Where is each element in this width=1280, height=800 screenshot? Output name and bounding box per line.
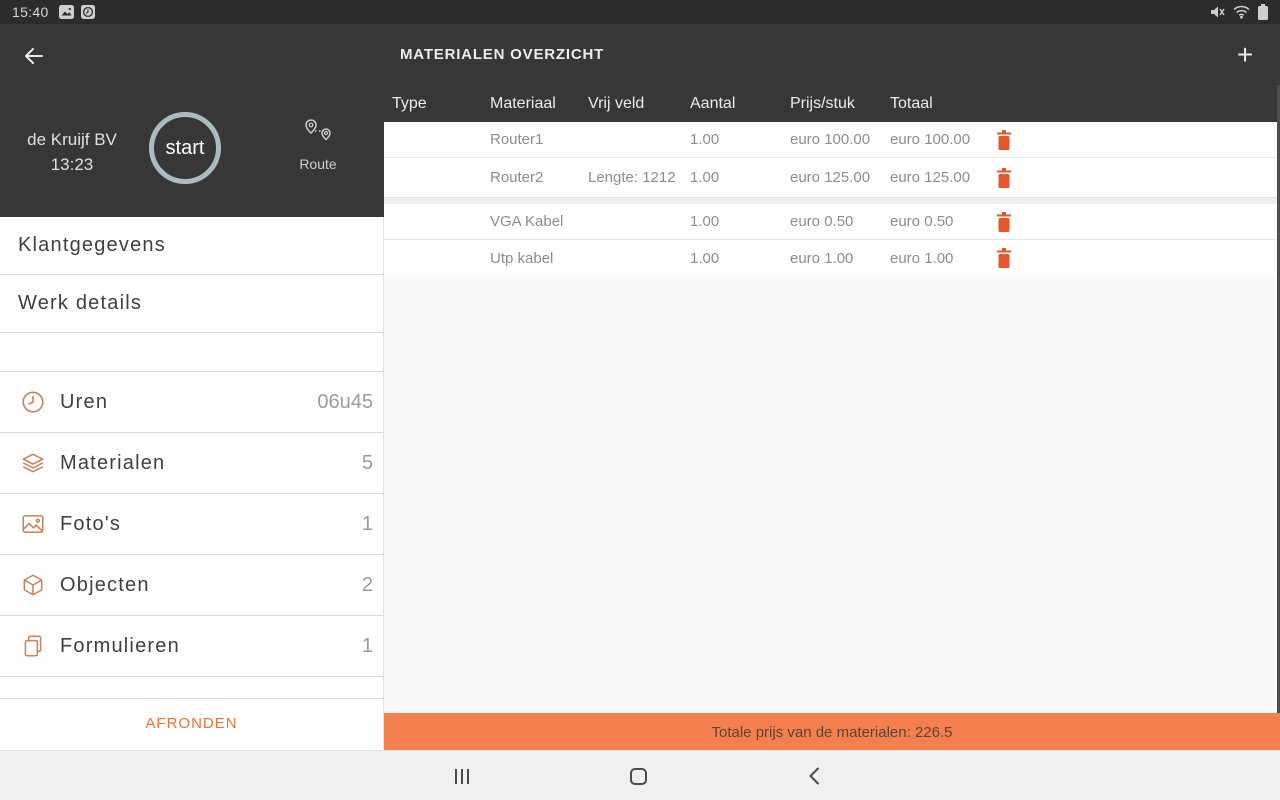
sidebar-item-value: 1 <box>361 512 373 535</box>
cell-totaal: euro 0.50 <box>890 213 954 230</box>
sidebar-item-werk-details[interactable]: Werk details <box>0 275 383 333</box>
col-materiaal: Materiaal <box>490 94 556 112</box>
sidebar-item-label: Materialen <box>60 451 166 474</box>
col-type: Type <box>392 94 427 112</box>
notification-image-icon <box>58 5 74 19</box>
cell-totaal: euro 100.00 <box>890 131 971 148</box>
cell-aantal: 1.00 <box>690 169 720 186</box>
menu-spacer <box>0 333 383 372</box>
afronden-label: AFRONDEN <box>145 714 238 732</box>
sidebar-item-klantgegevens[interactable]: Klantgegevens <box>0 217 383 275</box>
start-button-label: start <box>165 136 205 159</box>
sidebar-item-label: Formulieren <box>60 634 180 657</box>
sidebar-item-label: Werk details <box>18 292 143 314</box>
menu-spacer <box>0 677 383 699</box>
battery-icon <box>1258 4 1268 20</box>
sidebar-item-value: 1 <box>361 634 373 657</box>
sidebar-item-uren[interactable]: Uren 06u45 <box>0 372 383 433</box>
cell-materiaal: Utp kabel <box>490 249 554 267</box>
mute-icon <box>1209 5 1225 19</box>
sidebar-item-materialen[interactable]: Materialen 5 <box>0 433 383 494</box>
home-icon <box>629 767 647 785</box>
job-strip: de Kruijf BV 13:23 start Route <box>0 105 384 201</box>
add-material-button[interactable]: + <box>1228 38 1262 72</box>
table-row[interactable]: VGA Kabel 1.00 euro 0.50 euro 0.50 <box>384 204 1280 240</box>
recents-button[interactable] <box>440 751 484 800</box>
cell-aantal: 1.00 <box>690 213 720 230</box>
sidebar-item-label: Foto's <box>60 512 122 535</box>
table-header: Type Materiaal Vrij veld Aantal Prijs/st… <box>384 85 1280 122</box>
materials-table: Router1 1.00 euro 100.00 euro 100.00 Rou… <box>384 122 1280 276</box>
status-time: 15:40 <box>12 4 49 20</box>
layers-icon <box>20 450 46 476</box>
sidebar-item-objecten[interactable]: Objecten 2 <box>0 555 383 616</box>
route-button[interactable]: Route <box>290 117 346 172</box>
cell-vrij-veld: Lengte: 1212 <box>588 169 676 186</box>
delete-button[interactable] <box>996 211 1036 232</box>
cell-totaal: euro 1.00 <box>890 249 954 267</box>
table-row[interactable]: Router1 1.00 euro 100.00 euro 100.00 <box>384 122 1280 158</box>
cell-materiaal: Router2 <box>490 169 544 186</box>
android-navigation-bar <box>0 750 1280 800</box>
delete-button[interactable] <box>996 129 1036 150</box>
cube-icon <box>20 572 46 598</box>
sidebar-item-fotos[interactable]: Foto's 1 <box>0 494 383 555</box>
trash-icon <box>996 211 1012 232</box>
cell-prijs: euro 125.00 <box>790 169 871 186</box>
col-vrij-veld: Vrij veld <box>588 94 645 112</box>
cell-totaal: euro 125.00 <box>890 169 971 186</box>
trash-icon <box>996 129 1012 150</box>
table-row[interactable]: Router2 Lengte: 1212 1.00 euro 125.00 eu… <box>384 158 1280 198</box>
trash-icon <box>996 248 1012 268</box>
start-button[interactable]: start <box>149 112 221 184</box>
sidebar-header: de Kruijf BV 13:23 start Route <box>0 24 384 217</box>
clock-icon <box>20 389 46 415</box>
total-price-bar: Totale prijs van de materialen: 226.5 <box>384 713 1280 751</box>
sidebar-item-label: Objecten <box>60 573 150 596</box>
document-icon <box>20 633 46 659</box>
total-price-label: Totale prijs van de materialen: 226.5 <box>711 723 953 741</box>
cell-materiaal: Router1 <box>490 131 544 148</box>
wifi-icon <box>1233 5 1250 19</box>
delete-button[interactable] <box>996 248 1036 268</box>
cell-materiaal: VGA Kabel <box>490 213 564 230</box>
sidebar-item-label: Klantgegevens <box>18 234 166 256</box>
job-time: 13:23 <box>50 155 94 174</box>
col-aantal: Aantal <box>690 94 736 112</box>
content-header: MATERIALEN OVERZICHT + <box>384 24 1280 85</box>
afronden-button[interactable]: AFRONDEN <box>0 699 383 747</box>
table-row[interactable]: Utp kabel 1.00 euro 1.00 euro 1.00 <box>384 240 1280 276</box>
delete-button[interactable] <box>996 167 1036 188</box>
customer-block: de Kruijf BV 13:23 <box>16 127 128 177</box>
photo-icon <box>20 511 46 537</box>
app-screen: 15:40 de Kruijf BV 13:23 start Route MAT… <box>0 0 1280 800</box>
sidebar-item-label: Uren <box>60 390 109 413</box>
recents-icon <box>455 768 469 784</box>
cell-prijs: euro 0.50 <box>790 213 854 230</box>
notification-clock-icon <box>80 5 95 19</box>
home-button[interactable] <box>616 751 660 800</box>
sidebar-item-value: 06u45 <box>317 390 373 413</box>
cell-aantal: 1.00 <box>690 249 720 267</box>
back-button[interactable] <box>18 40 50 72</box>
customer-name: de Kruijf BV <box>27 130 117 149</box>
back-nav-button[interactable] <box>792 751 836 800</box>
cell-prijs: euro 1.00 <box>790 249 854 267</box>
cell-aantal: 1.00 <box>690 131 720 148</box>
status-bar: 15:40 <box>0 0 1280 24</box>
col-prijs-stuk: Prijs/stuk <box>790 94 855 112</box>
back-chevron-icon <box>808 767 820 785</box>
sidebar-item-value: 5 <box>361 451 373 474</box>
cell-prijs: euro 100.00 <box>790 131 871 148</box>
route-pins-icon <box>298 117 338 149</box>
col-totaal: Totaal <box>890 94 933 112</box>
sidebar-item-formulieren[interactable]: Formulieren 1 <box>0 616 383 677</box>
page-title: MATERIALEN OVERZICHT <box>400 46 605 63</box>
sidebar-menu: Klantgegevens Werk details Uren 06u45 Ma… <box>0 217 384 750</box>
route-label: Route <box>299 156 337 172</box>
trash-icon <box>996 167 1012 188</box>
sidebar-item-value: 2 <box>361 573 373 596</box>
